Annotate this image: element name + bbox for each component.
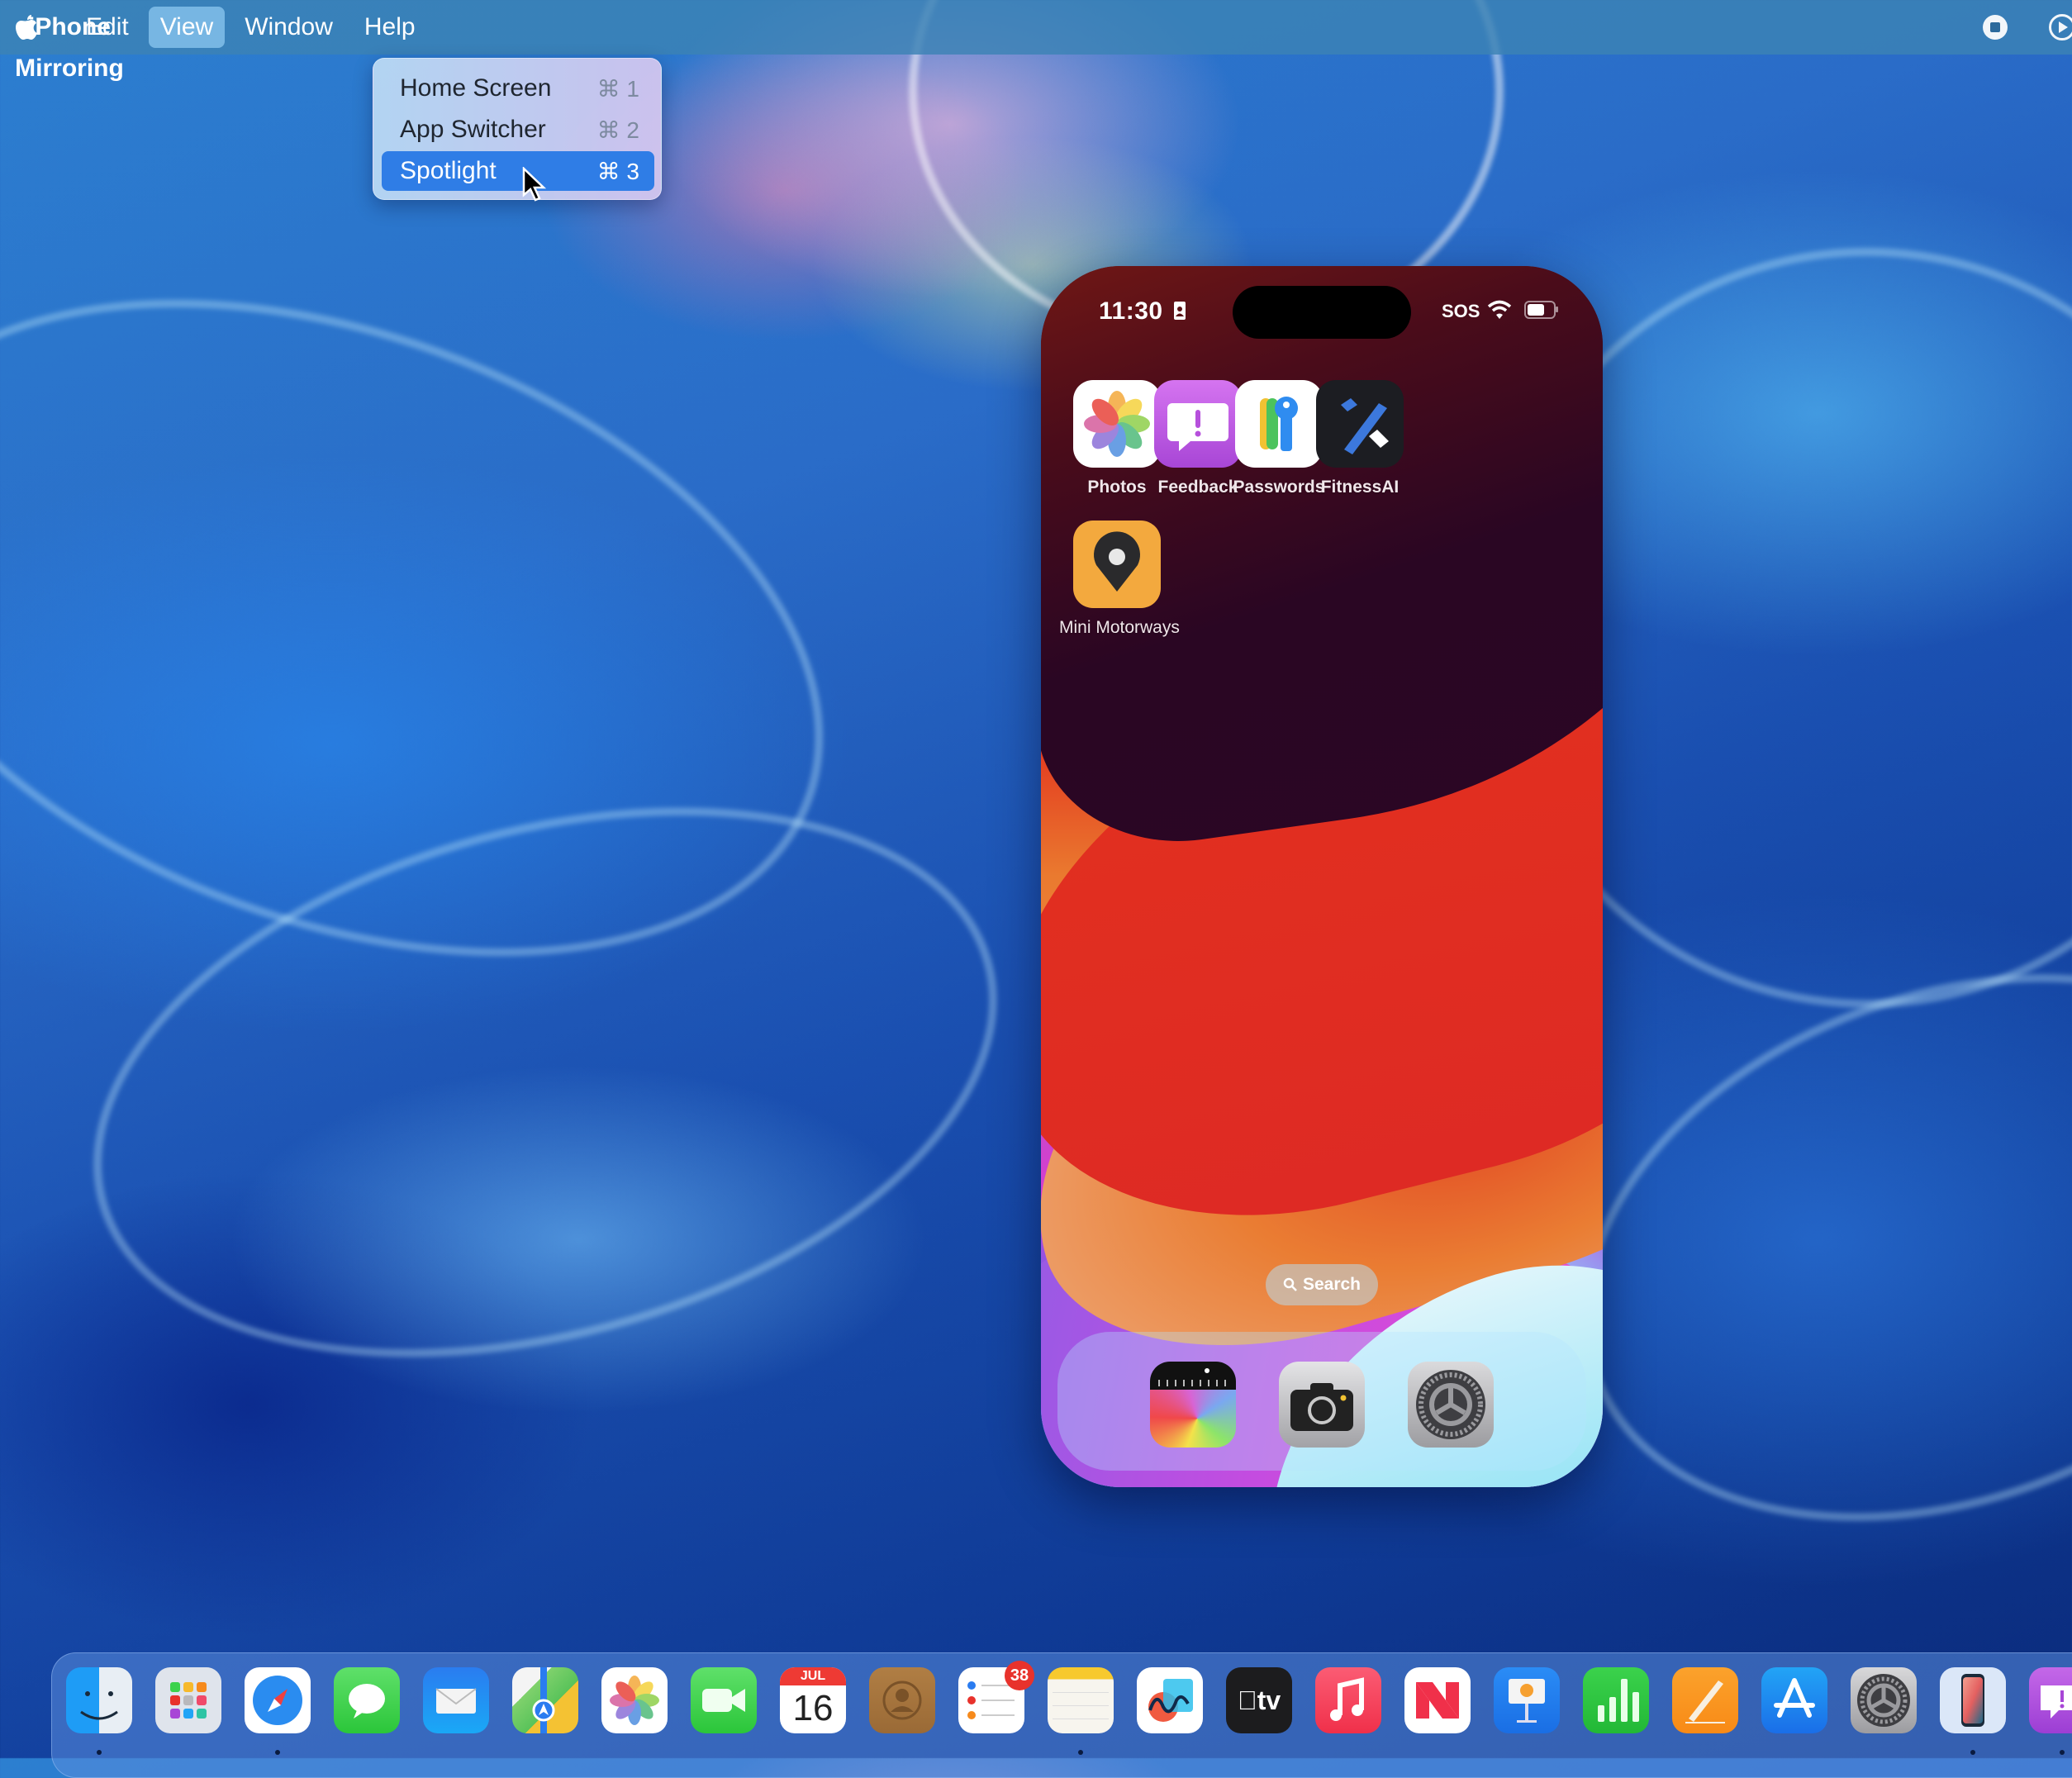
dock-news-icon[interactable] <box>1404 1667 1471 1733</box>
time-text: 11:30 <box>1099 297 1163 325</box>
tv-label: tv <box>1238 1685 1281 1715</box>
dock-music-icon[interactable] <box>1315 1667 1381 1733</box>
app-label: FitnessAI <box>1320 478 1400 497</box>
wifi-icon <box>1487 300 1512 319</box>
dock-numbers-icon[interactable] <box>1583 1667 1649 1733</box>
dock-safari-icon[interactable] <box>245 1667 311 1733</box>
menu-item-app-switcher[interactable]: App Switcher ⌘ 2 <box>382 110 654 150</box>
measure-icon[interactable] <box>1150 1362 1236 1448</box>
calendar-month: JUL <box>780 1667 846 1685</box>
menu-item-label: Spotlight <box>400 157 497 184</box>
menu-view[interactable]: View <box>148 7 226 48</box>
dock-notes-icon[interactable] <box>1048 1667 1114 1733</box>
app-fitnessai[interactable]: FitnessAI <box>1302 380 1418 497</box>
dynamic-island <box>1233 286 1411 339</box>
iphone-dock <box>1057 1332 1586 1471</box>
wallpaper-swirl <box>0 176 915 1080</box>
dock-tv-icon[interactable]: tv <box>1226 1667 1292 1733</box>
iphone-mirroring-window[interactable]: 11:30 SOS Photos Feedback Passwords Fitn… <box>1041 266 1603 1487</box>
menu-item-label: App Switcher <box>400 116 546 143</box>
menu-item-shortcut: ⌘ 3 <box>596 158 639 184</box>
carrier-sos: SOS <box>1442 301 1480 321</box>
search-icon <box>1283 1277 1297 1291</box>
home-search-button[interactable]: Search <box>1266 1264 1378 1305</box>
menu-item-home-screen[interactable]: Home Screen ⌘ 1 <box>382 69 654 108</box>
focus-contact-icon <box>1174 302 1186 320</box>
app-label: Mini Motorways <box>1059 618 1180 637</box>
view-menu-dropdown: Home Screen ⌘ 1 App Switcher ⌘ 2 Spotlig… <box>373 58 662 200</box>
dock-facetime-icon[interactable] <box>691 1667 757 1733</box>
notification-badge: 38 <box>1005 1661 1034 1690</box>
dock-finder-icon[interactable] <box>66 1667 132 1733</box>
search-label: Search <box>1302 1275 1362 1294</box>
dock-maps-icon[interactable] <box>512 1667 578 1733</box>
dock-system-settings-icon[interactable] <box>1851 1667 1917 1733</box>
menu-item-shortcut: ⌘ 1 <box>596 75 639 102</box>
running-indicator <box>275 1750 280 1755</box>
running-indicator <box>2060 1750 2065 1755</box>
fitnessai-icon <box>1316 380 1404 468</box>
dock-contacts-icon[interactable] <box>869 1667 935 1733</box>
menu-item-label: Home Screen <box>400 74 552 102</box>
mini-motorways-icon <box>1073 521 1161 608</box>
running-indicator <box>97 1750 102 1755</box>
running-indicator <box>1078 1750 1083 1755</box>
settings-icon[interactable] <box>1408 1362 1494 1448</box>
camera-icon[interactable] <box>1279 1362 1365 1448</box>
battery-icon <box>1524 301 1558 319</box>
menu-window[interactable]: Window <box>233 7 345 48</box>
mouse-cursor-icon <box>522 167 547 202</box>
dock-pages-icon[interactable] <box>1672 1667 1738 1733</box>
screen-recording-stop-icon[interactable] <box>1983 15 2008 40</box>
dock-calendar-icon[interactable]: JUL 16 <box>780 1667 846 1733</box>
status-time: 11:30 <box>1099 297 1186 326</box>
menu-item-spotlight[interactable]: Spotlight ⌘ 3 <box>382 151 654 191</box>
calendar-day: 16 <box>792 1688 834 1728</box>
dock-feedback-assistant-icon[interactable] <box>2029 1667 2072 1733</box>
dock-keynote-icon[interactable] <box>1494 1667 1560 1733</box>
menu-help[interactable]: Help <box>353 7 427 48</box>
dock-messages-icon[interactable] <box>334 1667 400 1733</box>
menu-bar: iPhone Mirroring Edit View Window Help <box>0 0 2072 82</box>
dock-iphone-mirroring-icon[interactable] <box>1940 1667 2006 1733</box>
play-circle-icon[interactable] <box>2049 14 2072 40</box>
dock-freeform-icon[interactable] <box>1137 1667 1203 1733</box>
dock-app-store-icon[interactable] <box>1761 1667 1827 1733</box>
menu-app-name[interactable]: iPhone Mirroring <box>0 7 139 82</box>
menu-item-shortcut: ⌘ 2 <box>596 116 639 143</box>
ios-status-bar: 11:30 SOS <box>1041 266 1603 365</box>
wallpaper-swirl <box>31 715 1059 1450</box>
dock-launchpad-icon[interactable] <box>155 1667 221 1733</box>
running-indicator <box>1970 1750 1975 1755</box>
app-mini-motorways[interactable]: Mini Motorways <box>1059 521 1180 638</box>
dock-mail-icon[interactable] <box>423 1667 489 1733</box>
dock-photos-icon[interactable] <box>601 1667 668 1733</box>
